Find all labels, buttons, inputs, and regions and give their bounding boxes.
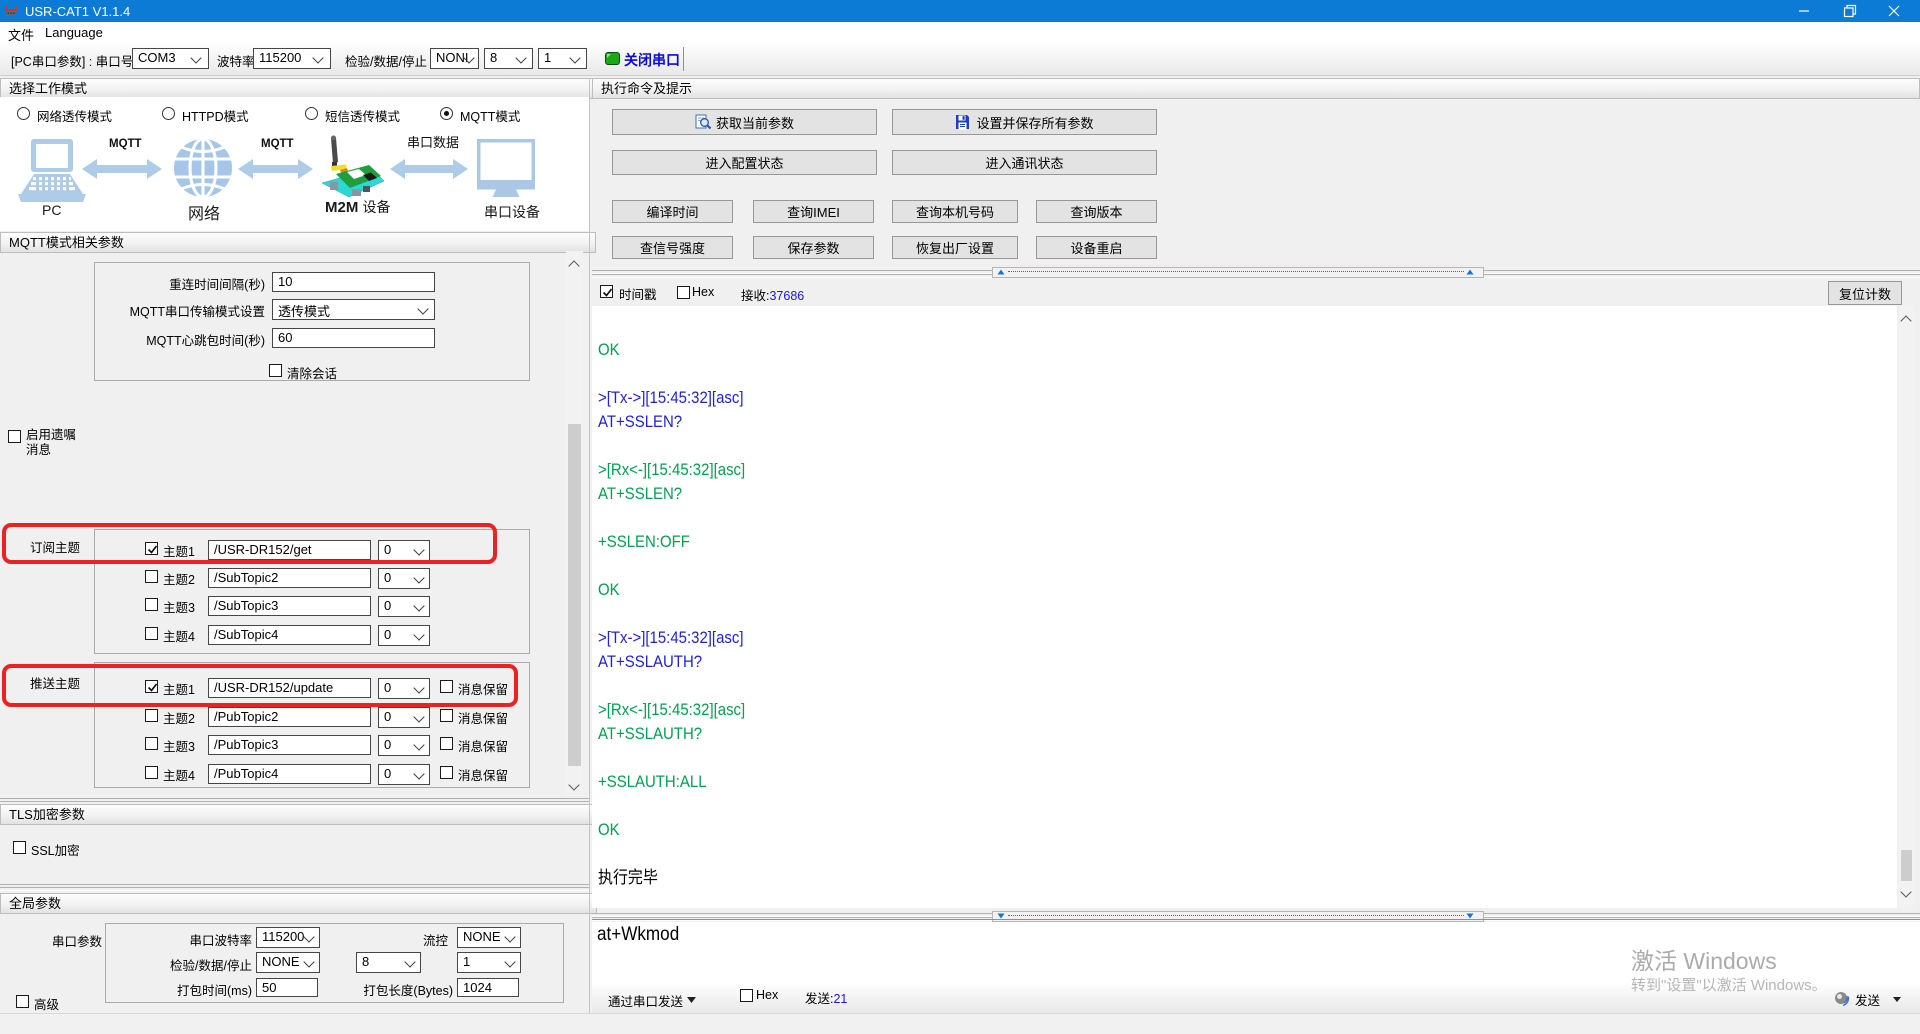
svg-text:M2M 设备: M2M 设备 xyxy=(325,199,391,216)
svg-text:网络: 网络 xyxy=(188,204,220,223)
svg-text:串口数据: 串口数据 xyxy=(407,135,459,150)
svg-text:MQTT: MQTT xyxy=(109,138,142,150)
svg-text:PC: PC xyxy=(42,202,61,218)
svg-text:串口设备: 串口设备 xyxy=(484,204,540,220)
svg-text:MQTT: MQTT xyxy=(261,138,294,150)
